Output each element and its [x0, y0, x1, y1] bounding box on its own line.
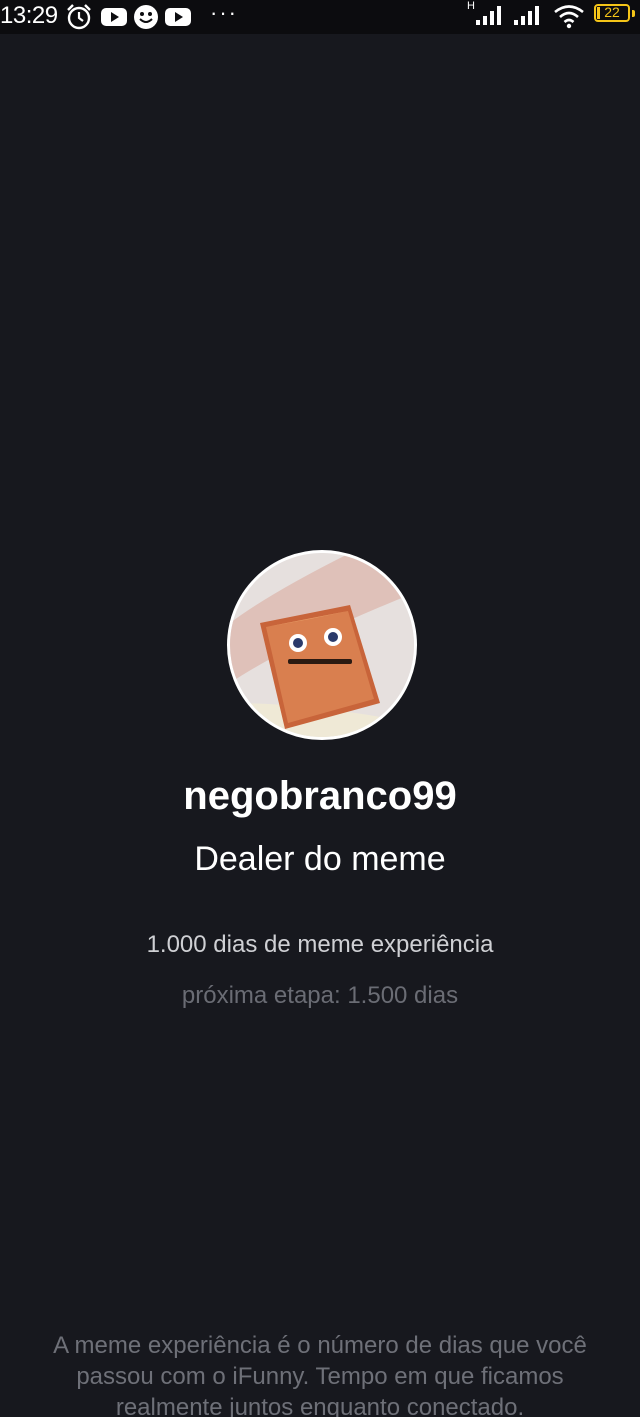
more-notifications-icon: ··· [210, 0, 238, 25]
battery-icon: 22 [594, 4, 630, 22]
battery-level: 22 [604, 4, 620, 20]
avatar[interactable] [227, 550, 417, 740]
alarm-icon [67, 4, 91, 30]
signal-icon [476, 6, 501, 25]
next-stage: próxima etapa: 1.500 dias [181, 982, 459, 1009]
youtube-icon [101, 8, 127, 26]
youtube-icon [165, 8, 191, 26]
battery-tip [632, 10, 635, 17]
rank-title: Dealer do meme [194, 840, 446, 878]
experience-days: 1.000 dias de meme experiência [146, 931, 494, 958]
signal-icon [514, 6, 539, 25]
experience-explanation: A meme experiência é o número de dias qu… [53, 1332, 587, 1417]
username: negobranco99 [183, 774, 457, 818]
smiley-icon [134, 5, 158, 29]
status-time: 13:29 [0, 2, 58, 29]
wifi-icon [554, 5, 584, 29]
avatar-image [230, 553, 414, 737]
status-bar: 13:29 ··· H 22 [0, 0, 640, 34]
